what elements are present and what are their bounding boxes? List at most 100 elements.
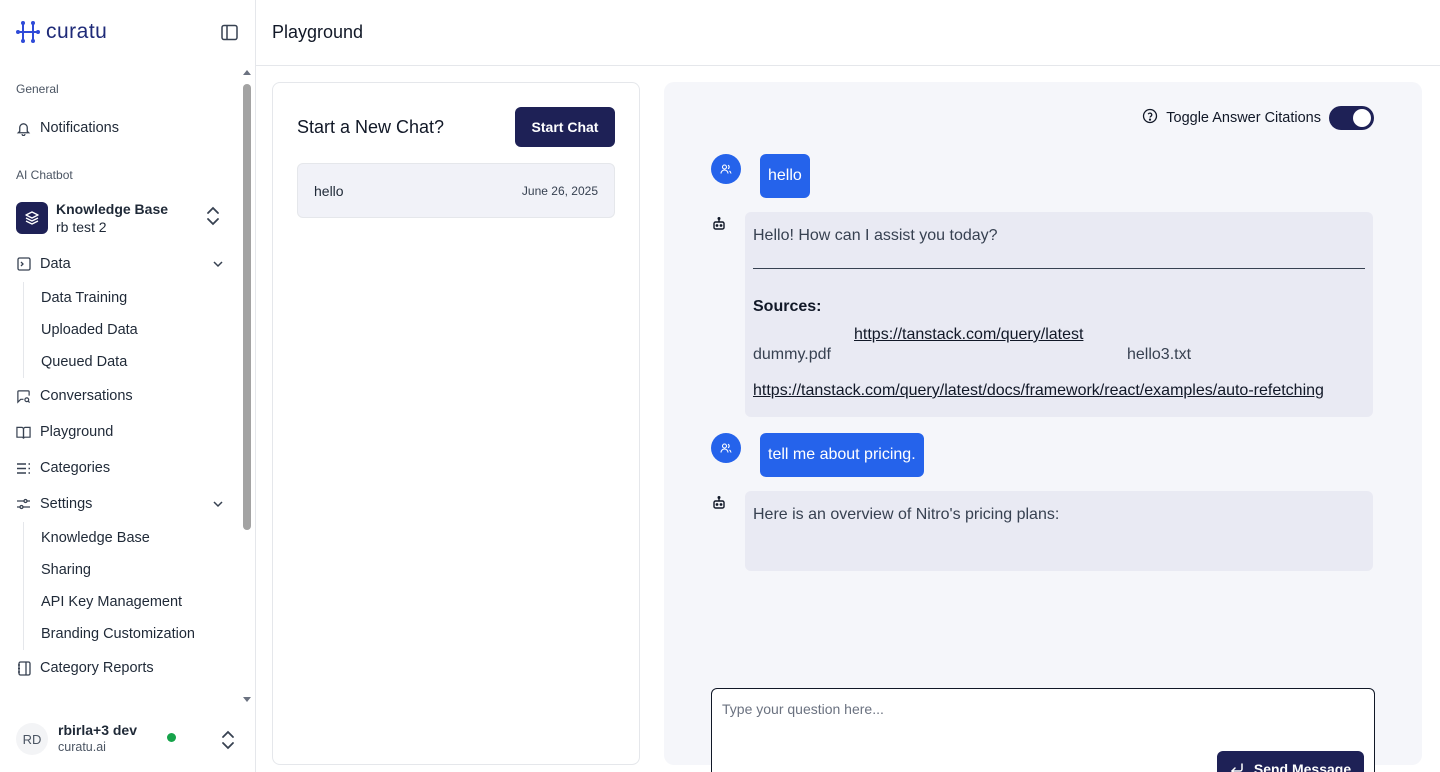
chevron-down-icon (212, 498, 224, 514)
sidebar-item-playground[interactable]: Playground (0, 414, 240, 450)
sidebar: curatu General Notifications AI Chatbot (0, 0, 256, 772)
sidebar-item-label: Categories (40, 460, 110, 476)
sources-row: dummy.pdf https://tanstack.com/query/lat… (753, 333, 1365, 363)
message-square-search-icon (16, 389, 31, 404)
knowledge-base-subtitle: rb test 2 (56, 218, 168, 236)
notebook-icon (16, 661, 31, 676)
playground-panel: Toggle Answer Citations hello (664, 82, 1422, 765)
send-message-button[interactable]: Send Message (1217, 751, 1364, 772)
data-subnav: Data Training Uploaded Data Queued Data (23, 282, 240, 378)
sidebar-item-label: Conversations (40, 388, 133, 404)
chat-item-date: June 26, 2025 (522, 184, 598, 198)
bot-message-bubble: Hello! How can I assist you today? Sourc… (745, 212, 1373, 417)
header: Playground (256, 0, 1440, 66)
bot-icon (711, 495, 727, 511)
sidebar-item-label: Data (40, 256, 71, 272)
settings-subnav: Knowledge Base Sharing API Key Managemen… (23, 522, 240, 650)
chevron-down-icon (212, 258, 224, 274)
sidebar-item-branding-customization[interactable]: Branding Customization (41, 618, 240, 650)
message-composer: Send Message (711, 688, 1375, 772)
citations-toggle-label: Toggle Answer Citations (1166, 110, 1321, 126)
citations-toggle-row: Toggle Answer Citations (1142, 106, 1374, 130)
sidebar-item-data-training[interactable]: Data Training (41, 282, 240, 314)
knowledge-base-picker[interactable]: Knowledge Base rb test 2 (0, 196, 240, 240)
book-open-icon (16, 425, 31, 440)
sources-heading: Sources: (753, 295, 1365, 319)
source-link[interactable]: https://tanstack.com/query/latest/docs/f… (753, 377, 1365, 405)
knowledge-base-title: Knowledge Base (56, 200, 168, 218)
bot-message-text: Hello! How can I assist you today? (753, 224, 1365, 248)
message-thread: hello Hello! How can I assist you today?… (711, 154, 1375, 606)
user-account-menu[interactable]: RD rbirla+3 dev curatu.ai (0, 706, 255, 772)
avatar: RD (16, 723, 48, 755)
sidebar-item-settings[interactable]: Settings (0, 486, 240, 522)
curatu-logo-icon (16, 21, 40, 43)
scrollbar-thumb[interactable] (243, 84, 251, 530)
brand-name: curatu (46, 20, 107, 44)
logo[interactable]: curatu (16, 20, 107, 44)
user-message: tell me about pricing. (711, 433, 1375, 477)
divider (753, 268, 1365, 269)
new-chat-heading: Start a New Chat? (297, 117, 444, 138)
user-name: rbirla+3 dev (58, 722, 137, 739)
chat-list-item[interactable]: hello June 26, 2025 (297, 163, 615, 218)
sliders-icon (16, 497, 31, 512)
sidebar-toggle-button[interactable] (219, 22, 239, 42)
scroll-up-arrow-icon[interactable] (243, 70, 251, 75)
brand-bar: curatu (0, 0, 255, 64)
sidebar-item-label: Category Reports (40, 660, 154, 676)
sidebar-nav: General Notifications AI Chatbot Knowled… (0, 64, 240, 706)
source-file[interactable]: hello3.txt (1127, 343, 1191, 367)
user-message: hello (711, 154, 1375, 198)
send-button-label: Send Message (1254, 761, 1351, 772)
sidebar-item-label: Playground (40, 424, 113, 440)
sidebar-item-api-key-management[interactable]: API Key Management (41, 586, 240, 618)
bell-icon (16, 121, 31, 136)
sidebar-item-notifications[interactable]: Notifications (0, 110, 240, 146)
help-circle-icon (1142, 108, 1158, 128)
user-message-bubble: hello (760, 154, 810, 198)
sidebar-item-categories[interactable]: Categories (0, 450, 240, 486)
start-chat-button[interactable]: Start Chat (515, 107, 615, 147)
sidebar-item-uploaded-data[interactable]: Uploaded Data (41, 314, 240, 346)
source-file[interactable]: dummy.pdf (753, 343, 831, 367)
chevrons-up-down-icon (206, 206, 220, 231)
sidebar-item-label: Notifications (40, 120, 119, 136)
page-title: Playground (272, 22, 363, 43)
question-input[interactable] (722, 701, 1362, 751)
terminal-square-icon (16, 257, 31, 272)
corner-down-left-icon (1230, 763, 1244, 772)
bot-message: Here is an overview of Nitro's pricing p… (711, 491, 1375, 571)
citations-toggle-switch[interactable] (1329, 106, 1374, 130)
bot-icon (711, 216, 727, 232)
bot-message-bubble: Here is an overview of Nitro's pricing p… (745, 491, 1373, 571)
sidebar-item-data[interactable]: Data (0, 246, 240, 282)
main-area: Playground Start a New Chat? Start Chat … (256, 0, 1440, 772)
user-org: curatu.ai (58, 739, 137, 756)
sidebar-item-sharing[interactable]: Sharing (41, 554, 240, 586)
sidebar-item-settings-knowledge-base[interactable]: Knowledge Base (41, 522, 240, 554)
source-link[interactable]: https://tanstack.com/query/latest (854, 323, 1083, 347)
panel-left-icon (221, 24, 238, 41)
sidebar-item-queued-data[interactable]: Queued Data (41, 346, 240, 378)
users-icon (711, 433, 741, 463)
content: Start a New Chat? Start Chat hello June … (256, 66, 1440, 772)
list-icon (16, 461, 31, 476)
toggle-knob (1353, 109, 1371, 127)
sidebar-item-conversations[interactable]: Conversations (0, 378, 240, 414)
bot-message: Hello! How can I assist you today? Sourc… (711, 212, 1375, 417)
sidebar-scrollbar[interactable] (242, 68, 252, 704)
layers-icon (16, 202, 48, 234)
section-label-ai-chatbot: AI Chatbot (0, 168, 240, 182)
bot-message-text: Here is an overview of Nitro's pricing p… (753, 503, 1365, 527)
scroll-down-arrow-icon[interactable] (243, 697, 251, 702)
user-message-bubble: tell me about pricing. (760, 433, 924, 477)
chat-item-title: hello (314, 183, 344, 199)
chevrons-up-down-icon[interactable] (221, 730, 235, 755)
online-status-indicator (167, 733, 176, 742)
sidebar-item-category-reports[interactable]: Category Reports (0, 650, 240, 686)
section-label-general: General (0, 82, 240, 96)
chat-list-panel: Start a New Chat? Start Chat hello June … (272, 82, 640, 765)
users-icon (711, 154, 741, 184)
sidebar-item-label: Settings (40, 496, 92, 512)
